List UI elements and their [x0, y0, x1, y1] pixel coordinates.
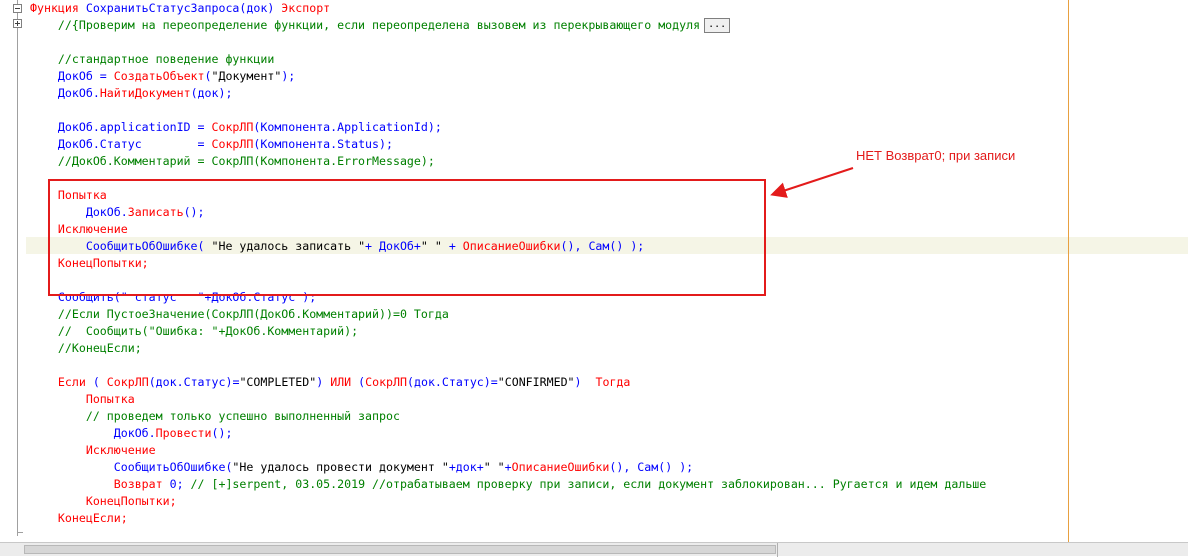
- code-token: //стандартное поведение функции: [30, 52, 275, 66]
- fold-gutter: [0, 0, 26, 542]
- code-token: // [+]serpent, 03.05.2019 //отрабатываем…: [190, 477, 987, 491]
- code-token: (док.Статус)=: [407, 375, 498, 389]
- code-line[interactable]: // проведем только успешно выполненный з…: [30, 408, 400, 425]
- code-token: СокрЛП: [211, 137, 254, 151]
- fold-guide-end: [17, 532, 23, 533]
- collapsed-region-button[interactable]: ...: [704, 18, 731, 33]
- code-token: ): [574, 375, 596, 389]
- code-token: ): [316, 375, 331, 389]
- code-token: ДокОб.: [30, 86, 100, 100]
- code-token: Возврат: [30, 477, 163, 491]
- code-token: Провести: [155, 426, 212, 440]
- code-token: ОписаниеОшибки: [511, 460, 610, 474]
- code-token: +: [504, 460, 512, 474]
- code-line[interactable]: //{Проверим на переопределение функции, …: [30, 17, 731, 34]
- code-token: ИЛИ: [330, 375, 352, 389]
- code-token: //Если ПустоеЗначение(СокрЛП(ДокОб.Комме…: [30, 307, 449, 321]
- expand-icon[interactable]: [13, 19, 22, 28]
- code-token: +док+: [448, 460, 484, 474]
- code-line[interactable]: //КонецЕсли;: [30, 340, 142, 357]
- code-token: СообщитьОбОшибке(: [30, 460, 233, 474]
- code-token: (док);: [190, 86, 233, 100]
- scrollbar-thumb[interactable]: [24, 545, 776, 554]
- code-line[interactable]: //ДокОб.Комментарий = СокрЛП(Компонента.…: [30, 153, 435, 170]
- code-token: "COMPLETED": [239, 375, 317, 389]
- code-token: ДокОб.Статус =: [30, 137, 212, 151]
- code-token: НайтиДокумент: [99, 86, 191, 100]
- code-token: "Документ": [211, 69, 282, 83]
- code-token: ();: [211, 426, 233, 440]
- code-token: (Компонента.ApplicationId);: [253, 120, 442, 134]
- code-token: Попытка: [30, 392, 135, 406]
- code-token: КонецПопытки;: [30, 494, 177, 508]
- code-token: ДокОб.: [30, 426, 156, 440]
- code-token: Функция: [30, 1, 86, 15]
- code-token: // проведем только успешно выполненный з…: [30, 409, 400, 423]
- code-line[interactable]: //стандартное поведение функции: [30, 51, 274, 68]
- horizontal-scrollbar[interactable]: [0, 542, 1188, 557]
- code-token: Если: [30, 375, 86, 389]
- code-token: // Сообщить("Ошибка: "+ДокОб.Комментарий…: [30, 324, 359, 338]
- code-line[interactable]: ДокОб = СоздатьОбъект("Документ");: [30, 68, 295, 85]
- scrollbar-separator: [777, 543, 778, 557]
- right-margin-line: [1068, 0, 1069, 542]
- code-line[interactable]: ДокОб.applicationID = СокрЛП(Компонента.…: [30, 119, 442, 136]
- code-line[interactable]: ДокОб.Провести();: [30, 425, 233, 442]
- code-token: " ": [483, 460, 505, 474]
- code-token: 0;: [162, 477, 191, 491]
- code-token: (: [85, 375, 107, 389]
- code-line[interactable]: Функция СохранитьСтатусЗапроса(док) Эксп…: [30, 0, 330, 17]
- code-token: Экспорт: [281, 1, 331, 15]
- code-line[interactable]: Если ( СокрЛП(док.Статус)="COMPLETED") И…: [30, 374, 630, 391]
- code-token: "CONFIRMED": [497, 375, 575, 389]
- collapse-icon[interactable]: [13, 4, 22, 13]
- code-token: (док.Статус)=: [148, 375, 240, 389]
- code-line[interactable]: Исключение: [30, 442, 156, 459]
- code-token: СокрЛП: [365, 375, 407, 389]
- code-line[interactable]: // Сообщить("Ошибка: "+ДокОб.Комментарий…: [30, 323, 358, 340]
- code-line[interactable]: КонецЕсли;: [30, 510, 128, 527]
- code-token: ДокОб =: [30, 69, 114, 83]
- code-token: (: [204, 69, 212, 83]
- code-token: Исключение: [30, 443, 156, 457]
- code-line[interactable]: КонецПопытки;: [30, 493, 177, 510]
- code-line[interactable]: ДокОб.НайтиДокумент(док);: [30, 85, 233, 102]
- code-token: КонецЕсли;: [30, 511, 128, 525]
- annotation-box: [48, 179, 766, 296]
- code-token: СоздатьОбъект: [113, 69, 205, 83]
- code-token: (Компонента.Status);: [253, 137, 393, 151]
- annotation-text: НЕТ Возврат0; при записи: [856, 148, 1016, 163]
- code-token: //КонецЕсли;: [30, 341, 142, 355]
- code-token: СокрЛП: [211, 120, 254, 134]
- code-line[interactable]: Возврат 0; // [+]serpent, 03.05.2019 //о…: [30, 476, 987, 493]
- code-token: (), Сам() );: [609, 460, 694, 474]
- code-line[interactable]: Попытка: [30, 391, 135, 408]
- fold-guide-line: [17, 0, 18, 536]
- code-token: //ДокОб.Комментарий = СокрЛП(Компонента.…: [30, 154, 435, 168]
- code-token: //{Проверим на переопределение функции, …: [30, 18, 701, 32]
- code-token: Тогда: [595, 375, 631, 389]
- code-token: СохранитьСтатусЗапроса: [85, 1, 240, 15]
- code-line[interactable]: СообщитьОбОшибке("Не удалось провести до…: [30, 459, 693, 476]
- code-token: );: [281, 69, 296, 83]
- code-line[interactable]: //Если ПустоеЗначение(СокрЛП(ДокОб.Комме…: [30, 306, 449, 323]
- code-token: (: [351, 375, 366, 389]
- code-token: ДокОб.applicationID =: [30, 120, 212, 134]
- code-token: "Не удалось провести документ ": [232, 460, 449, 474]
- code-token: (док): [239, 1, 282, 15]
- code-line[interactable]: ДокОб.Статус = СокрЛП(Компонента.Status)…: [30, 136, 393, 153]
- code-token: СокрЛП: [106, 375, 149, 389]
